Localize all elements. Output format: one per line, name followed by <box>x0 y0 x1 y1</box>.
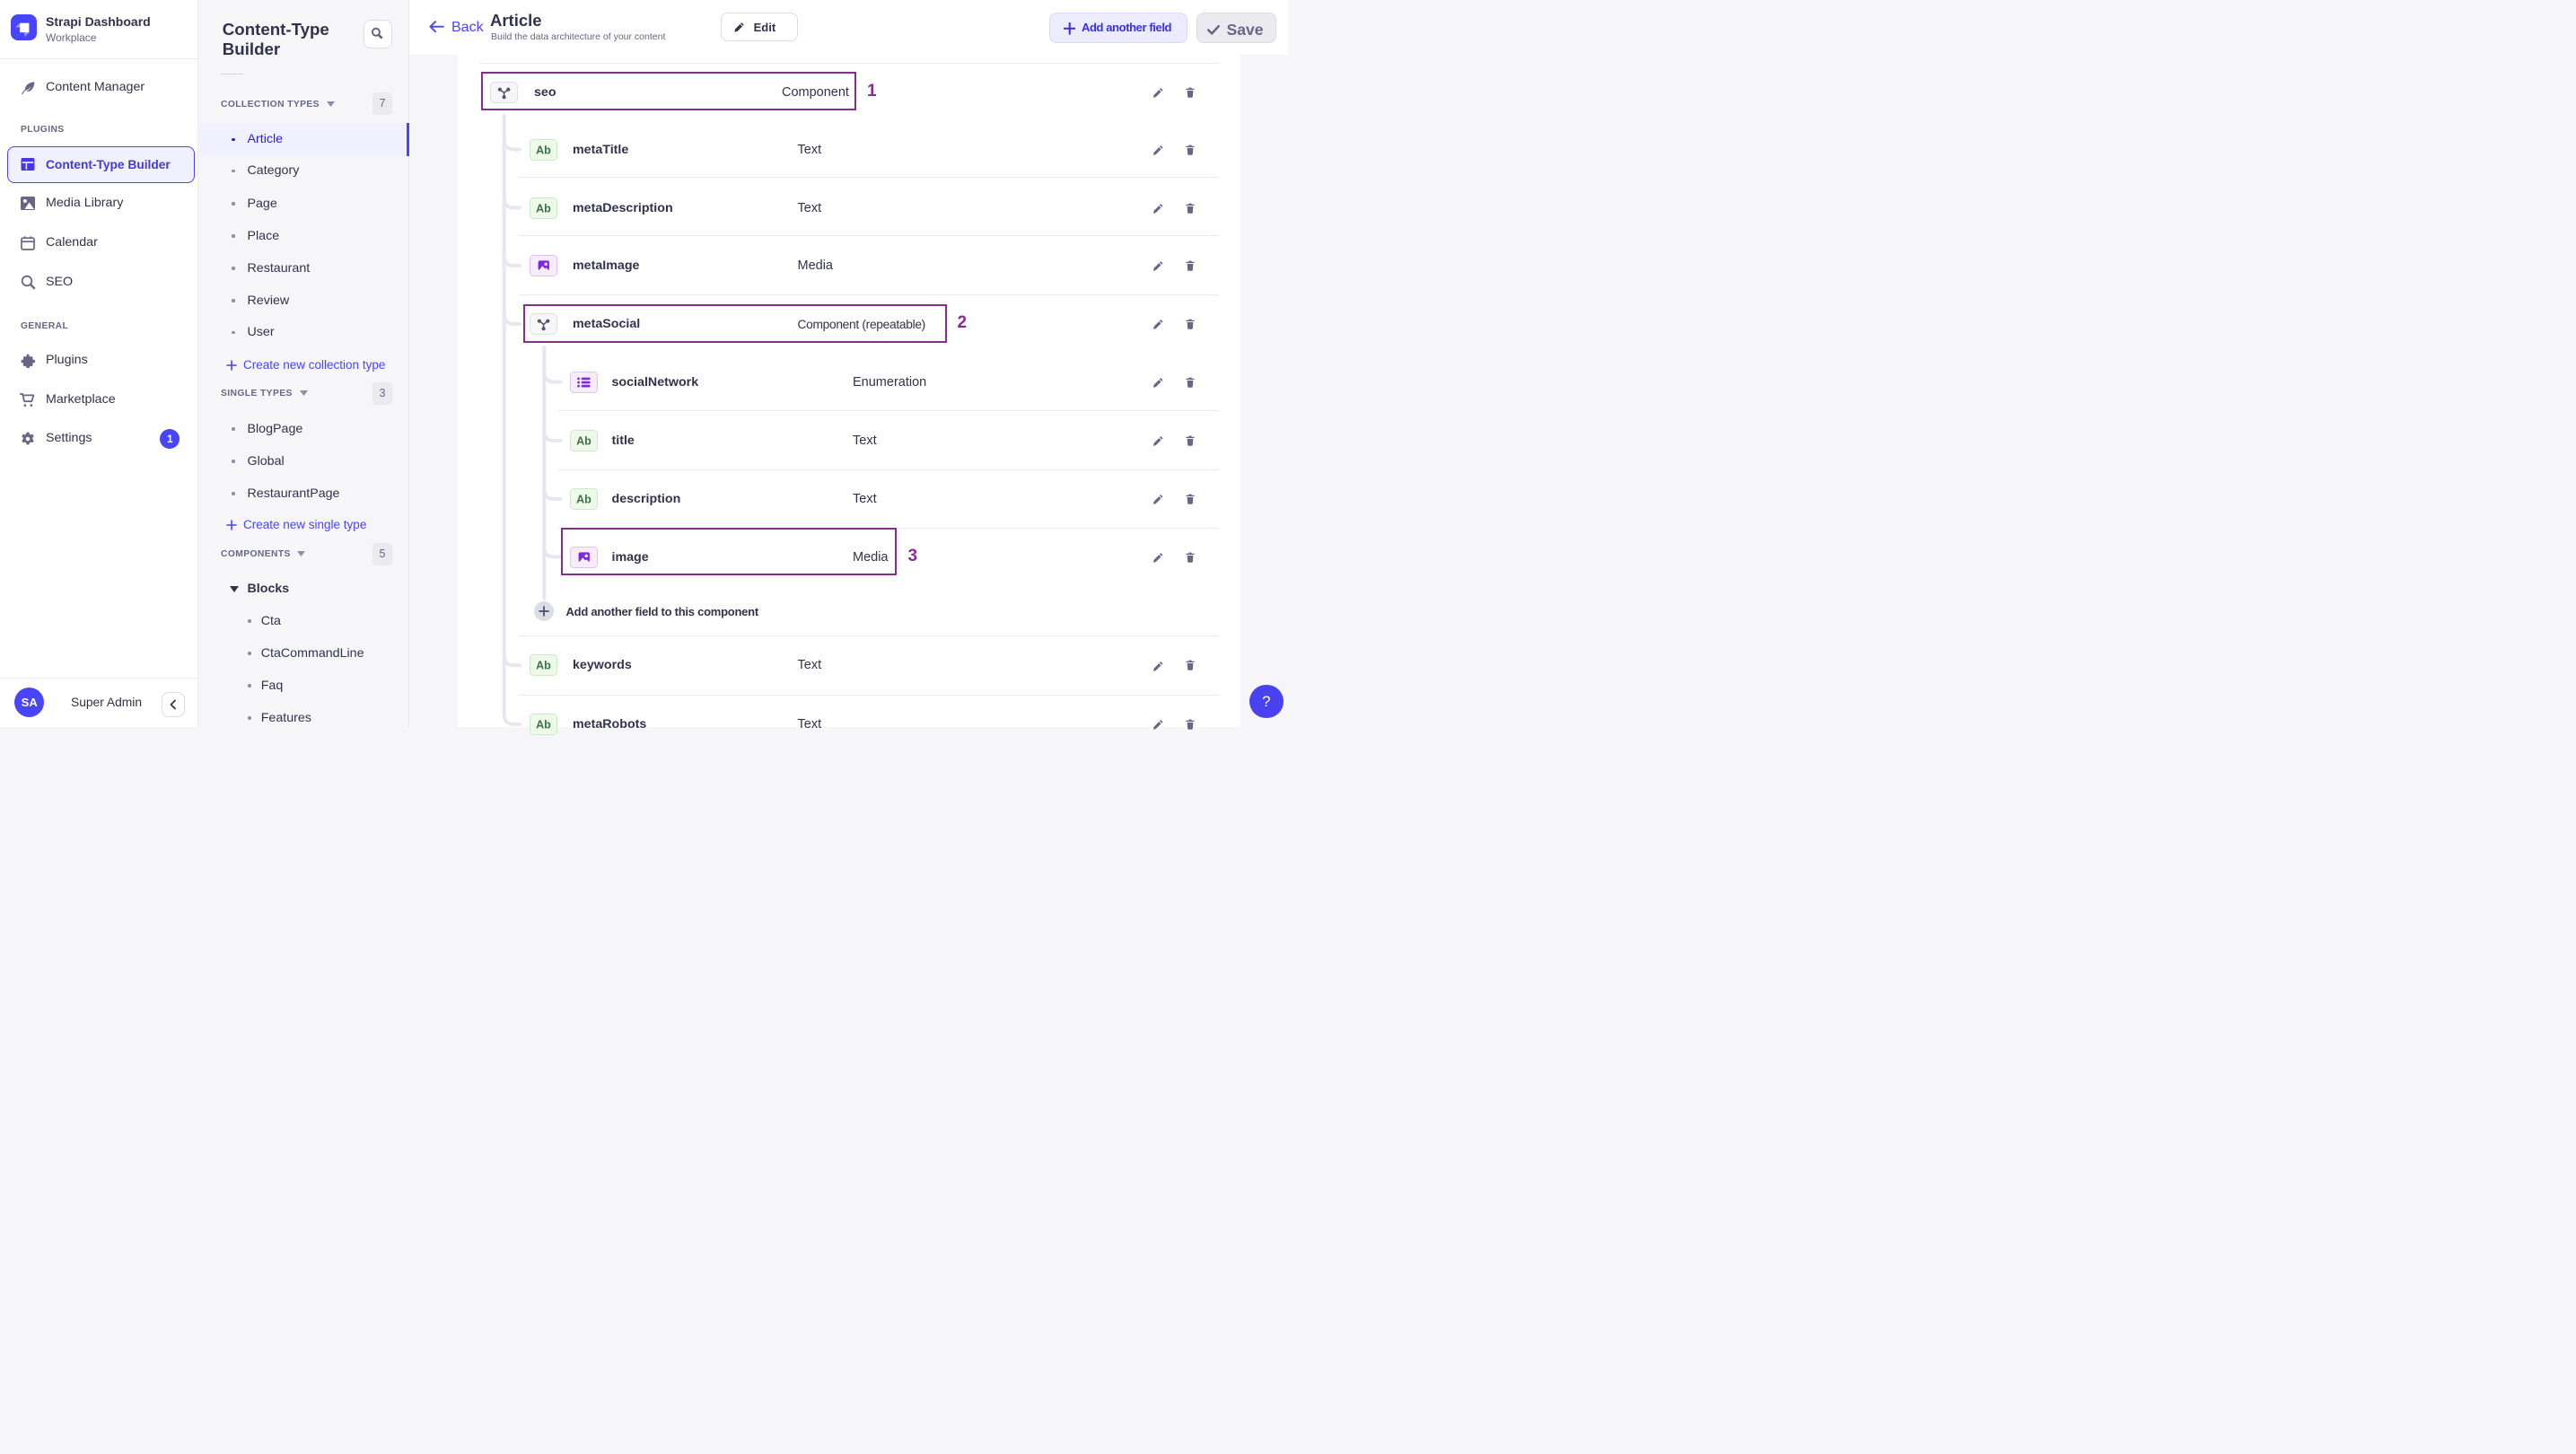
svg-text:Ab: Ab <box>536 660 551 672</box>
svg-text:Ab: Ab <box>536 144 551 156</box>
svg-text:Ab: Ab <box>576 435 591 448</box>
svg-text:Ab: Ab <box>536 719 551 731</box>
svg-text:Ab: Ab <box>576 494 591 506</box>
svg-text:Ab: Ab <box>536 202 551 215</box>
